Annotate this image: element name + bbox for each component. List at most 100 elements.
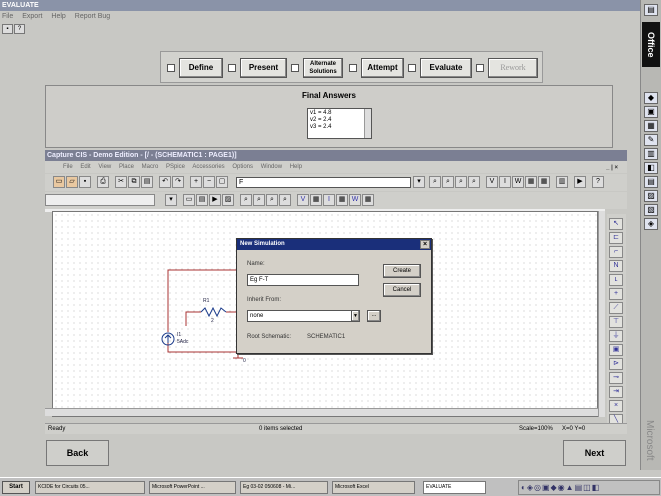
search-icon[interactable]: ⌕ [442,176,454,188]
place-net-alias-icon[interactable]: N [609,260,623,272]
place-part-icon[interactable]: ⊏ [609,232,623,244]
cancel-button[interactable]: Cancel [383,283,421,297]
present-button[interactable]: Present [240,58,287,78]
copy-icon[interactable]: ⧉ [128,176,140,188]
taskbar-item[interactable]: Microsoft Excel [332,481,415,494]
help-icon[interactable]: ? [14,24,25,34]
zoom-icon[interactable]: ⌕ [279,194,291,206]
new-profile-icon[interactable]: ▭ [183,194,195,206]
dropdown-icon[interactable]: ▾ [413,176,425,188]
grid-icon[interactable]: ▦ [525,176,537,188]
chevron-down-icon[interactable]: ▼ [351,310,360,322]
menu-report-bug[interactable]: Report Bug [75,13,110,20]
new-icon[interactable]: ▭ [53,176,65,188]
undo-icon[interactable]: ↶ [159,176,171,188]
zoom-out-icon[interactable]: − [203,176,215,188]
rework-button[interactable]: Rework [488,58,538,78]
canvas-horizontal-scrollbar[interactable] [45,408,598,416]
taskbar-item-active[interactable]: EVALUATE [423,481,486,494]
place-port-icon[interactable]: ⊳ [609,358,623,370]
place-bus-icon[interactable]: ʟ [609,274,623,286]
evaluate-button[interactable]: Evaluate [420,58,472,78]
next-button[interactable]: Next [563,440,626,466]
save-icon[interactable]: ▪ [2,24,13,34]
step-attempt-checkbox[interactable] [349,64,357,72]
office-app-icon[interactable]: ◧ [644,162,658,174]
print-icon[interactable]: ⎙ [97,176,109,188]
start-button[interactable]: Start [2,481,30,494]
current-marker-icon[interactable]: I [323,194,335,206]
attempt-button[interactable]: Attempt [361,58,404,78]
dropdown-icon[interactable]: ▾ [165,194,177,206]
step-alternate-checkbox[interactable] [291,64,299,72]
alternate-solutions-button[interactable]: Alternate Solutions [303,58,343,78]
place-ground-icon[interactable]: ⏚ [609,330,623,342]
v-marker-icon[interactable]: V [486,176,498,188]
zoom-icon[interactable]: ⌕ [240,194,252,206]
capture-menu-view[interactable]: View [98,164,111,170]
step-present-checkbox[interactable] [228,64,236,72]
run-icon[interactable]: ▶ [574,176,586,188]
place-hier-block-icon[interactable]: ▣ [609,344,623,356]
capture-menu-place[interactable]: Place [119,164,134,170]
chart-icon[interactable]: ▥ [556,176,568,188]
office-app-icon[interactable]: ▧ [644,204,658,216]
step-define-checkbox[interactable] [167,64,175,72]
search-icon[interactable]: ⌕ [468,176,480,188]
office-app-icon[interactable]: ✎ [644,134,658,146]
create-button[interactable]: Create [383,264,421,278]
step-evaluate-checkbox[interactable] [408,64,416,72]
i-marker-icon[interactable]: I [499,176,511,188]
office-app-icon[interactable]: ◆ [644,92,658,104]
part-search-field[interactable]: F [236,177,411,188]
close-icon[interactable]: × [420,240,430,249]
capture-window-controls[interactable]: _ | × [606,162,618,174]
office-app-icon[interactable]: ▥ [644,148,658,160]
help-icon[interactable]: ? [592,176,604,188]
zoom-area-icon[interactable]: ▢ [216,176,228,188]
cut-icon[interactable]: ✂ [115,176,127,188]
grid-icon[interactable]: ▦ [310,194,322,206]
office-app-icon[interactable]: ▣ [644,106,658,118]
open-icon[interactable]: ▱ [66,176,78,188]
grid-icon[interactable]: ▦ [336,194,348,206]
step-rework-checkbox[interactable] [476,64,484,72]
place-bus-entry-icon[interactable]: ⟋ [609,302,623,314]
zoom-icon[interactable]: ⌕ [266,194,278,206]
inherit-from-select[interactable]: none [247,310,359,322]
results-icon[interactable]: ▨ [222,194,234,206]
taskbar-item[interactable]: KCIDE for Circuits 05... [35,481,145,494]
canvas-vertical-scrollbar[interactable] [598,211,605,417]
office-app-icon[interactable]: ▨ [644,190,658,202]
place-wire-icon[interactable]: ⌐ [609,246,623,258]
search-icon[interactable]: ⌕ [455,176,467,188]
capture-menu-pspice[interactable]: PSpice [166,164,185,170]
capture-menu-accessories[interactable]: Accessories [192,164,224,170]
search-icon[interactable]: ⌕ [429,176,441,188]
power-marker-icon[interactable]: W [349,194,361,206]
run-icon[interactable]: ▶ [209,194,221,206]
place-junction-icon[interactable]: + [609,288,623,300]
grid-icon[interactable]: ▦ [538,176,550,188]
back-button[interactable]: Back [46,440,109,466]
capture-menu-help[interactable]: Help [290,164,302,170]
redo-icon[interactable]: ↷ [172,176,184,188]
paste-icon[interactable]: ▤ [141,176,153,188]
define-button[interactable]: Define [179,58,223,78]
select-icon[interactable]: ↖ [609,218,623,230]
edit-profile-icon[interactable]: ▤ [196,194,208,206]
place-power-icon[interactable]: ⊤ [609,316,623,328]
office-app-icon[interactable]: ◈ [644,218,658,230]
browse-button[interactable]: ... [367,310,381,322]
save-icon[interactable]: ▪ [79,176,91,188]
capture-menu-file[interactable]: File [63,164,73,170]
place-no-connect-icon[interactable]: × [609,400,623,412]
voltage-marker-icon[interactable]: V [297,194,309,206]
final-answers-list[interactable]: v1 = 4.8 v2 = 2.4 v3 = 2.4 [307,108,372,139]
capture-menu-macro[interactable]: Macro [142,164,159,170]
menu-file[interactable]: File [2,13,13,20]
capture-menu-window[interactable]: Window [261,164,282,170]
power-marker-icon[interactable]: W [512,176,524,188]
resistor-symbol[interactable] [200,306,227,318]
zoom-in-icon[interactable]: + [190,176,202,188]
